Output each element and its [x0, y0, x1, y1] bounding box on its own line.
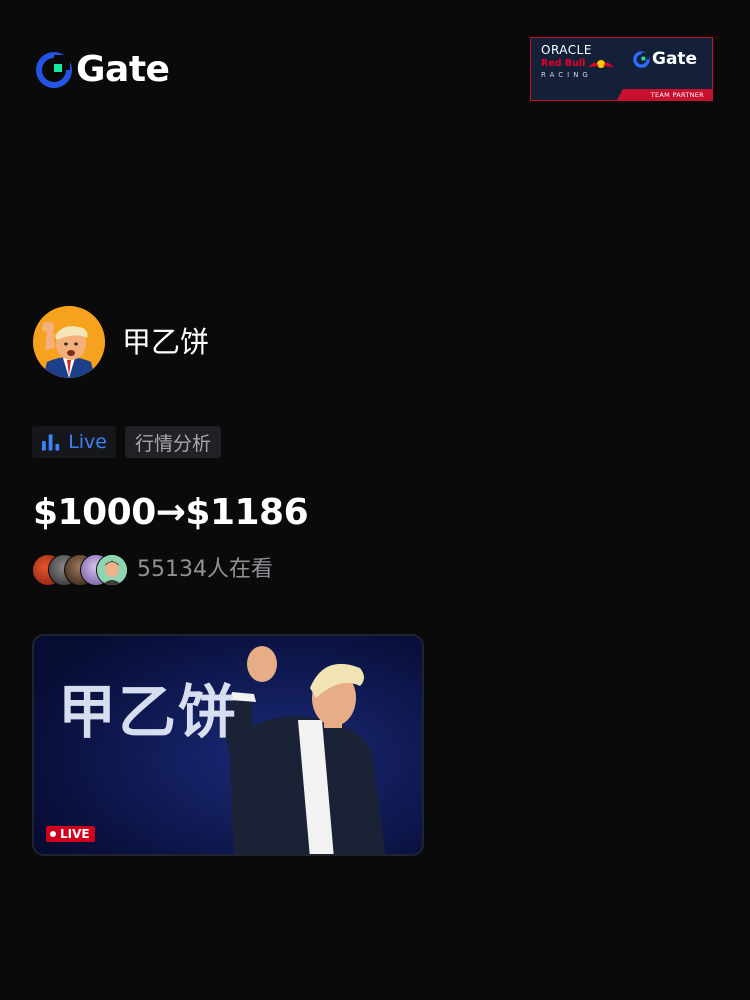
- gate-logo-text: Gate: [76, 49, 170, 90]
- partner-gate-text: Gate: [652, 49, 698, 69]
- stream-title: $1000→$1186: [33, 492, 309, 533]
- team-partner-label: TEAM PARTNER: [650, 91, 704, 99]
- gate-logo: Gate: [36, 49, 170, 90]
- live-tag: Live: [32, 426, 116, 458]
- stream-thumbnail-card[interactable]: 甲乙饼 LIVE: [32, 634, 424, 856]
- person-face-icon: [97, 555, 127, 585]
- stream-thumbnail-image: [34, 636, 422, 854]
- partner-gate-logo: Gate: [633, 51, 697, 68]
- live-tag-label: Live: [68, 431, 107, 453]
- gate-logo-icon: [36, 52, 72, 88]
- trump-cartoon-avatar-icon: [33, 306, 105, 378]
- gate-small-icon: [633, 51, 650, 68]
- viewer-count: 55134人在看: [137, 557, 273, 582]
- live-badge: LIVE: [46, 826, 95, 842]
- host-avatar[interactable]: [33, 306, 105, 378]
- live-dot-icon: [50, 831, 56, 837]
- redbull-wordmark: Red Bull: [541, 58, 586, 69]
- viewer-avatars: [32, 554, 132, 586]
- redbull-bulls-icon: [588, 60, 614, 68]
- viewer-avatar: [96, 554, 128, 586]
- live-badge-label: LIVE: [60, 827, 90, 841]
- bar-chart-icon: [41, 434, 60, 451]
- thumbnail-title: 甲乙饼: [58, 678, 239, 746]
- oracle-wordmark: ORACLE: [541, 43, 592, 57]
- host-name[interactable]: 甲乙饼: [122, 326, 209, 358]
- category-tag: 行情分析: [125, 426, 221, 458]
- racing-wordmark: RACING: [541, 71, 592, 79]
- partner-badge: ORACLE Red Bull RACING Gate TEAM PARTNER: [530, 37, 713, 101]
